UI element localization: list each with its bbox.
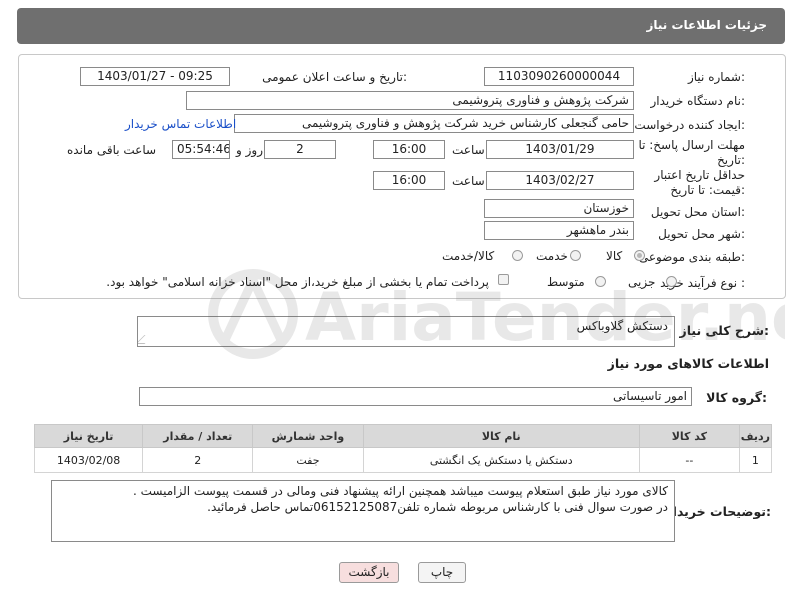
price-time-label: ساعت [452,174,485,188]
general-desc-textarea[interactable]: دستکش گلاوباکس [137,316,675,347]
requester-field[interactable]: حامی گنجعلی کارشناس خرید شرکت پژوهش و فن… [234,114,634,133]
cell-quantity: 2 [142,447,254,473]
col-item-name: نام کالا [362,424,640,448]
cell-row-number: 1 [738,447,773,473]
col-quantity: تعداد / مقدار [142,424,254,448]
buyer-notes-line-2: در صورت سوال فنی با کارشناس مربوطه شماره… [207,500,668,514]
reply-time-label: ساعت [452,143,485,157]
reply-days-label: روز و [236,143,263,157]
buyer-notes-line-1: کالای مورد نیاز طبق استعلام پیوست میباشد… [133,484,668,498]
treasury-payment-checkbox[interactable] [498,274,509,285]
reply-days-field[interactable]: 2 [264,140,336,159]
announce-date-label: تاریخ و ساعت اعلان عمومی: [262,70,407,84]
cell-item-name: دستکش یا دستکش یک انگشتی [362,447,640,473]
delivery-city-label: شهر محل تحویل: [658,227,745,241]
resize-grip-icon[interactable] [138,335,154,344]
purchase-small-radio[interactable] [666,276,677,287]
category-goods-label: کالا [606,249,623,263]
requester-label: ایجاد کننده درخواست: [634,118,745,132]
goods-group-label: گروه کالا: [706,390,767,405]
purchase-medium-radio[interactable] [595,276,606,287]
category-service-label: خدمت [536,249,568,263]
treasury-payment-note: پرداخت تمام یا بخشی از مبلغ خرید،از محل … [106,275,489,289]
page-title: جزئیات اطلاعات نیاز [646,18,767,32]
buyer-org-label: نام دستگاه خریدار: [650,94,746,108]
category-goods-radio[interactable] [634,250,645,261]
delivery-city-field[interactable]: بندر ماهشهر [484,221,634,240]
reply-time-field[interactable]: 16:00 [373,140,445,159]
table-row[interactable]: 1 -- دستکش یا دستکش یک انگشتی جفت 2 1403… [33,447,773,473]
buyer-notes-textarea[interactable]: کالای مورد نیاز طبق استعلام پیوست میباشد… [51,480,675,542]
col-unit: واحد شمارش [252,424,364,448]
back-button[interactable]: بازگشت [339,562,399,583]
category-both-label: کالا/خدمت [442,249,495,263]
goods-info-title: اطلاعات کالاهای مورد نیاز [607,356,769,371]
buyer-contact-link[interactable]: اطلاعات تماس خریدار [125,117,236,131]
category-service-radio[interactable] [570,250,581,261]
page-header: جزئیات اطلاعات نیاز [17,8,785,44]
reply-remaining-label: ساعت باقی مانده [67,143,157,157]
price-time-field[interactable]: 16:00 [373,171,445,190]
cell-need-date: 1403/02/08 [33,447,144,473]
cell-unit: جفت [252,447,364,473]
buyer-org-field[interactable]: شرکت پژوهش و فناوری پتروشیمی [186,91,634,110]
col-need-date: تاریخ نیاز [33,424,144,448]
col-row-number: ردیف [738,424,773,448]
print-button[interactable]: چاپ [418,562,466,583]
cell-item-code: -- [639,447,740,473]
general-desc-label: شرح کلی نیاز: [679,323,770,338]
delivery-province-field[interactable]: خوزستان [484,199,634,218]
col-item-code: کد کالا [639,424,740,448]
category-both-radio[interactable] [512,250,523,261]
need-number-field[interactable]: 1103090260000044 [484,67,634,86]
delivery-province-label: استان محل تحویل: [650,205,745,219]
price-date-field[interactable]: 1403/02/27 [486,171,634,190]
purchase-small-label: جزیی [628,275,656,289]
reply-date-field[interactable]: 1403/01/29 [486,140,634,159]
category-label: طبقه بندی موضوعی: [638,250,745,264]
reply-deadline-label: مهلت ارسال پاسخ: تا تاریخ: [638,138,745,167]
announce-date-field[interactable]: 1403/01/27 - 09:25 [80,67,230,86]
general-desc-text: دستکش گلاوباکس [576,319,668,333]
price-deadline-label: حداقل تاریخ اعتبار قیمت: تا تاریخ: [654,168,745,197]
buyer-notes-label: توضیحات خریدار: [665,504,771,519]
goods-table: ردیف کد کالا نام کالا واحد شمارش تعداد /… [33,424,773,473]
goods-table-header: ردیف کد کالا نام کالا واحد شمارش تعداد /… [33,424,773,448]
reply-remaining-field[interactable]: 05:54:46 [172,140,230,159]
goods-group-field[interactable]: امور تاسیساتی [139,387,692,406]
purchase-medium-label: متوسط [547,275,585,289]
need-number-label: شماره نیاز: [687,70,745,84]
